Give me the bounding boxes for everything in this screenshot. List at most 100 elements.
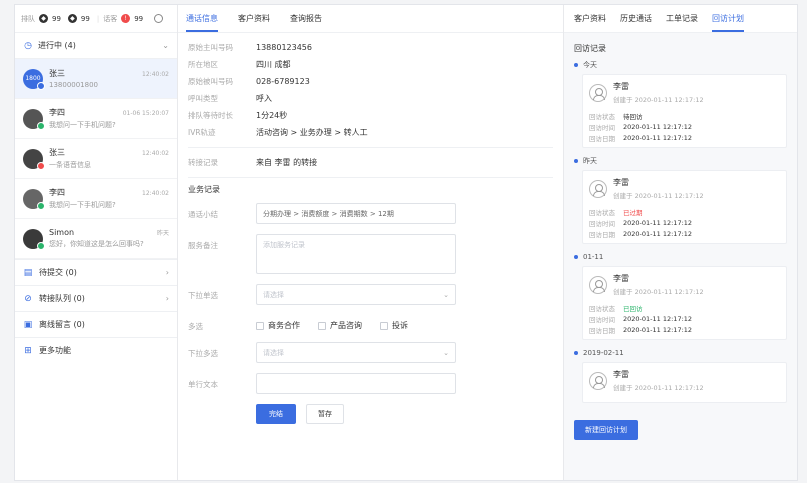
card-name: 李雷 xyxy=(613,370,629,379)
remark-label: 服务备注 xyxy=(188,241,218,250)
right-tabs: 客户资料 历史通话 工单记录 回访计划 xyxy=(564,5,797,33)
queue-count-b: 99 xyxy=(80,14,90,23)
card-name: 李雷 xyxy=(613,178,629,187)
divider xyxy=(188,147,553,148)
status-bar: 排队 ◆ 99 ◆ 99 | 话客 ! 99 xyxy=(15,5,177,33)
multi-dropdown-label: 下拉多选 xyxy=(188,349,218,358)
channel-badge-icon xyxy=(37,161,45,170)
time-value: 2020-01-11 12:17:12 xyxy=(623,314,693,323)
menu-transfer-queue[interactable]: ⊘ 转接队列 (0) › xyxy=(15,285,177,311)
status-key: 回访状态 xyxy=(589,112,615,121)
timeline-dot xyxy=(574,159,578,163)
chevron-right-icon: › xyxy=(165,268,169,277)
channel-badge-icon xyxy=(37,241,45,250)
card-created: 创建于 2020-01-11 12:17:12 xyxy=(613,288,704,296)
timeline-date: 01-11 xyxy=(583,253,604,261)
refresh-icon[interactable] xyxy=(154,14,164,23)
complete-button[interactable]: 完结 xyxy=(256,404,296,424)
tab-query-report[interactable]: 查询报告 xyxy=(290,13,322,32)
session-message: 我想问一下手机问题? xyxy=(49,201,116,209)
avatar xyxy=(23,108,45,130)
card-name: 李雷 xyxy=(613,274,629,283)
single-text-input[interactable] xyxy=(256,373,456,394)
session-time: 12:40:02 xyxy=(142,190,169,197)
avatar xyxy=(23,188,45,210)
session-item[interactable]: 1800 张三 12:40:02 13800001800 xyxy=(15,59,177,99)
tab-call-history[interactable]: 历史通话 xyxy=(620,13,652,32)
user-icon xyxy=(589,83,607,102)
session-message: 一条语音信息 xyxy=(49,161,91,169)
menu-more[interactable]: ⊞ 更多功能 xyxy=(15,337,177,363)
followup-timeline[interactable]: 今天 李雷 创建于 2020-01-11 12:17:12 回访状态 待回访 回访时… xyxy=(564,58,797,412)
session-item[interactable]: 李四 12:40:02 我想问一下手机问题? xyxy=(15,179,177,219)
queue-count-a: 99 xyxy=(52,14,61,23)
status-key: 回访状态 xyxy=(589,304,615,313)
menu-offline-message[interactable]: ▣ 离线留言 (0) xyxy=(15,311,177,337)
divider xyxy=(188,177,553,178)
status-badge: 待回访 xyxy=(623,112,643,121)
checkbox-group: 商务合作 产品咨询 投诉 xyxy=(256,315,408,331)
session-item[interactable]: Simon 昨天 您好，你知道这是怎么回事吗? xyxy=(15,219,177,259)
timeline-date: 2019-02-11 xyxy=(583,349,624,357)
checkbox-label: 投诉 xyxy=(392,321,408,330)
summary-field[interactable]: 分期办理 > 消费额度 > 消费期数 > 12期 xyxy=(256,203,456,224)
followup-card[interactable]: 李雷 创建于 2020-01-11 12:17:12 xyxy=(582,362,787,403)
checkbox-complaint[interactable]: 投诉 xyxy=(380,320,408,331)
followup-card[interactable]: 李雷 创建于 2020-01-11 12:17:12 回访状态 已过期 回访时间 20… xyxy=(582,170,787,244)
tab-customer-info[interactable]: 客户资料 xyxy=(574,13,606,32)
session-item[interactable]: 张三 12:40:02 一条语音信息 xyxy=(15,139,177,179)
checkbox-product[interactable]: 产品咨询 xyxy=(318,320,362,331)
info-value: 028-6789123 xyxy=(256,77,310,86)
info-value: 活动咨询 > 业务办理 > 转人工 xyxy=(256,128,368,137)
section-title: 业务记录 xyxy=(188,185,220,194)
queue-label: 排队 xyxy=(21,14,35,23)
session-name: Simon xyxy=(49,228,75,237)
remark-textarea[interactable]: 添加服务记录 xyxy=(256,234,456,274)
chevron-down-icon: ⌄ xyxy=(162,41,169,50)
tab-customer-profile[interactable]: 客户资料 xyxy=(238,13,270,32)
followup-card[interactable]: 李雷 创建于 2020-01-11 12:17:12 回访状态 待回访 回访时间 20… xyxy=(582,74,787,148)
draft-button[interactable]: 暂存 xyxy=(306,404,344,424)
in-progress-header[interactable]: ◷ 进行中 (4) ⌄ xyxy=(15,33,177,59)
tab-ticket-record[interactable]: 工单记录 xyxy=(666,13,698,32)
info-label: 转接记录 xyxy=(188,158,218,167)
date-value: 2020-01-11 12:17:12 xyxy=(623,325,693,334)
time-value: 2020-01-11 12:17:12 xyxy=(623,122,693,131)
multi-select[interactable]: 请选择 ⌄ xyxy=(256,342,456,363)
menu-pending[interactable]: ▤ 待提交 (0) › xyxy=(15,259,177,285)
checkbox-business[interactable]: 商务合作 xyxy=(256,320,300,331)
tab-followup-plan[interactable]: 回访计划 xyxy=(712,13,744,32)
session-item[interactable]: 李四 01-06 15:20:07 我想问一下手机问题? xyxy=(15,99,177,139)
single-select[interactable]: 请选择 ⌄ xyxy=(256,284,456,305)
info-value: 呼入 xyxy=(256,94,272,103)
text-label: 单行文本 xyxy=(188,380,218,389)
menu-label: 待提交 (0) xyxy=(39,268,77,277)
session-message: 13800001800 xyxy=(49,81,98,89)
followup-card[interactable]: 李雷 创建于 2020-01-11 12:17:12 回访状态 已回访 回访时间 20… xyxy=(582,266,787,340)
channel-badge-icon xyxy=(37,121,45,130)
message-icon: ▣ xyxy=(23,319,33,330)
transfer-value: 来自 李雷 的转接 xyxy=(256,158,318,167)
tab-call-info[interactable]: 通话信息 xyxy=(186,13,218,32)
chevron-down-icon: ⌄ xyxy=(443,290,449,299)
date-value: 2020-01-11 12:17:12 xyxy=(623,133,693,142)
time-key: 回访时间 xyxy=(589,219,615,228)
date-key: 回访日期 xyxy=(589,134,615,143)
new-followup-button[interactable]: 新建回访计划 xyxy=(574,420,638,440)
channel-badge-icon xyxy=(37,81,45,90)
call-panel: 通话信息 客户资料 查询报告 原始主叫号码 13880123456 所在地区 四川 … xyxy=(178,5,564,480)
document-icon: ▤ xyxy=(23,267,33,278)
transfer-icon: ⊘ xyxy=(24,293,32,304)
checkbox-label: 商务合作 xyxy=(268,321,300,330)
date-key: 回访日期 xyxy=(589,326,615,335)
avatar xyxy=(23,148,45,170)
checkbox-icon xyxy=(256,321,264,330)
timeline-dot xyxy=(574,63,578,67)
session-time: 12:40:02 xyxy=(142,150,169,157)
avatar-label: 1800 xyxy=(25,74,41,82)
grid-icon: ⊞ xyxy=(24,345,32,356)
menu-label: 转接队列 (0) xyxy=(39,294,85,303)
info-label: 所在地区 xyxy=(188,60,218,69)
multi-label: 多选 xyxy=(188,322,203,331)
card-name: 李雷 xyxy=(613,82,629,91)
